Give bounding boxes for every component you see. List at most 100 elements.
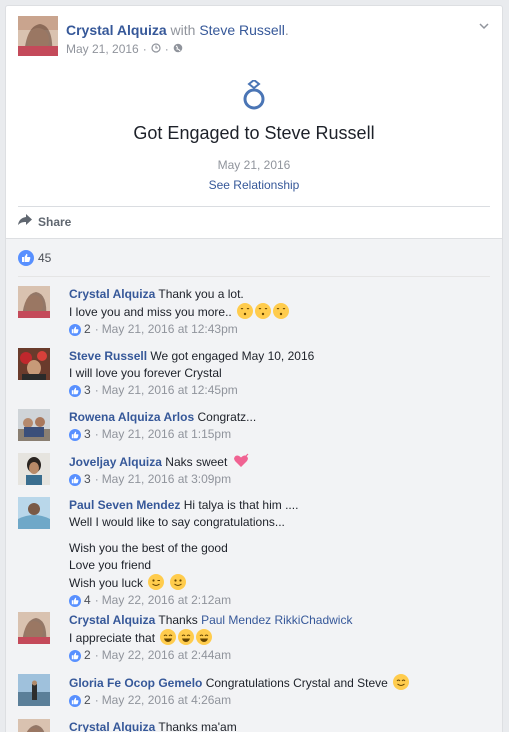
like-thumb-icon [69, 323, 81, 336]
author-line: Crystal Alquiza with Steve Russell. [66, 22, 289, 38]
comment-time[interactable]: May 21, 2016 at 12:45pm [102, 382, 238, 399]
comment-item: Paul Seven Mendez Hi talya is that him .… [18, 497, 490, 607]
comment-line: I appreciate that [69, 631, 156, 645]
share-label: Share [38, 214, 72, 229]
comment-time[interactable]: May 21, 2016 at 3:09pm [102, 471, 231, 488]
comment-meta: 3 · May 21, 2016 at 3:09pm [69, 471, 490, 488]
comment-body: Gloria Fe Ocop Gemelo Congratulations Cr… [69, 674, 490, 692]
commenter-avatar[interactable] [18, 348, 50, 380]
comment-time[interactable]: May 21, 2016 at 1:15pm [102, 426, 231, 443]
comment-meta: 4 · May 22, 2016 at 2:12am [69, 592, 490, 609]
post-date[interactable]: May 21, 2016 [66, 42, 139, 56]
grin-emoji [178, 629, 195, 645]
life-event: Got Engaged to Steve Russell May 21, 201… [6, 66, 502, 206]
author-name[interactable]: Crystal Alquiza [66, 22, 167, 38]
comment-item: Gloria Fe Ocop Gemelo Congratulations Cr… [18, 674, 490, 712]
commenter-avatar[interactable] [18, 497, 50, 529]
like-thumb-icon [69, 473, 81, 486]
comment-time[interactable]: May 22, 2016 at 4:26am [102, 692, 231, 709]
tagged-person[interactable]: Steve Russell [199, 22, 285, 38]
like-thumb-icon [69, 428, 81, 441]
meta-separator: · [164, 42, 169, 56]
commenter-name[interactable]: Steve Russell [69, 349, 147, 363]
meta-separator: · [94, 593, 99, 607]
comment-time[interactable]: May 21, 2016 at 12:43pm [102, 321, 238, 338]
comment-like-count[interactable]: 3 [84, 471, 91, 488]
meta-separator: · [142, 42, 147, 56]
comment-body: Crystal Alquiza Thank you a lot. [69, 286, 490, 303]
comment-like-count[interactable]: 3 [84, 426, 91, 443]
ring-icon [239, 78, 269, 112]
period: . [284, 22, 289, 38]
comment-body-line2: I will love you forever Crystal [69, 365, 490, 382]
commenter-avatar[interactable] [18, 453, 50, 485]
comment-item: Joveljay Alquiza Naks sweet 3 · May 21, … [18, 453, 490, 491]
reaction-count: 45 [38, 250, 52, 265]
meta-separator: · [94, 472, 99, 486]
comment-line: I will love you forever Crystal [69, 366, 222, 380]
comment-item: Steve Russell We got engaged May 10, 201… [18, 348, 490, 404]
comment-like-count[interactable]: 2 [84, 647, 91, 664]
comment-item: Rowena Alquiza Arlos Congratz... 3 · May… [18, 409, 490, 447]
comment-meta: 2 · May 22, 2016 at 2:44am [69, 647, 490, 664]
comment-like-count[interactable]: 2 [84, 321, 91, 338]
meta-separator: · [94, 427, 99, 441]
like-thumb-icon [69, 694, 81, 707]
comment-body: Paul Seven Mendez Hi talya is that him .… [69, 497, 490, 514]
commenter-avatar[interactable] [18, 286, 50, 318]
comment-line: Hi talya is that him .... [183, 498, 299, 512]
comment-line: I love you and miss you more.. [69, 305, 232, 319]
comment-line: Congratz... [197, 410, 257, 424]
comment-body-line2: I appreciate that [69, 629, 490, 647]
comment-line: Wish you luck [69, 576, 144, 590]
comment-line: Wish you the best of the good [69, 541, 228, 555]
event-date: May 21, 2016 [217, 158, 291, 172]
comment-like-count[interactable]: 4 [84, 592, 91, 609]
comment-meta: 2 · May 22, 2016 at 4:26am [69, 692, 490, 709]
commenter-name[interactable]: Paul Seven Mendez [69, 498, 180, 512]
commenter-name[interactable]: Rowena Alquiza Arlos [69, 410, 194, 424]
commenter-name[interactable]: Crystal Alquiza [69, 613, 155, 627]
kissing-emoji [255, 303, 272, 319]
commenter-name[interactable]: Crystal Alquiza [69, 287, 155, 301]
comment-like-count[interactable]: 2 [84, 692, 91, 709]
comment-line: Naks sweet [165, 455, 228, 469]
commenter-avatar[interactable] [18, 719, 50, 732]
author-avatar[interactable] [18, 16, 58, 56]
commenter-name[interactable]: Gloria Fe Ocop Gemelo [69, 676, 202, 690]
kissing-emoji [237, 303, 254, 319]
commenter-name[interactable]: Joveljay Alquiza [69, 455, 162, 469]
comment-body: Joveljay Alquiza Naks sweet [69, 453, 490, 471]
commenter-avatar[interactable] [18, 674, 50, 706]
commenter-avatar[interactable] [18, 612, 50, 644]
reactions-summary[interactable]: 45 [18, 239, 490, 277]
share-arrow-icon [18, 214, 32, 229]
see-relationship-link[interactable]: See Relationship [209, 178, 300, 192]
comment-mentions[interactable]: Paul Mendez RikkiChadwick [201, 613, 352, 627]
post-header: Crystal Alquiza with Steve Russell. May … [6, 6, 502, 66]
comment-item: Crystal Alquiza Thanks ma'am [18, 719, 490, 732]
comment-line: Congratulations Crystal and Steve [205, 676, 388, 690]
comment-body: Crystal Alquiza Thanks Paul Mendez Rikki… [69, 612, 490, 629]
comment-time[interactable]: May 22, 2016 at 2:12am [102, 592, 231, 609]
comment-like-count[interactable]: 3 [84, 382, 91, 399]
comments-section: 45 Crystal Alquiza Thank you a lot. I lo… [6, 238, 502, 732]
comment-item: Crystal Alquiza Thank you a lot. I love … [18, 286, 490, 342]
comment-body: Rowena Alquiza Arlos Congratz... [69, 409, 490, 426]
globe-icon[interactable] [173, 42, 183, 56]
comment-body-line2: I love you and miss you more.. [69, 303, 490, 321]
meta-separator: · [94, 322, 99, 336]
share-button[interactable]: Share [18, 214, 71, 229]
comment-body: Crystal Alquiza Thanks ma'am [69, 719, 490, 732]
chevron-down-icon[interactable] [478, 20, 490, 32]
comment-item: Crystal Alquiza Thanks Paul Mendez Rikki… [18, 612, 490, 668]
heart-emoji [233, 453, 249, 469]
comment-meta: 3 · May 21, 2016 at 12:45pm [69, 382, 490, 399]
comment-time[interactable]: May 22, 2016 at 2:44am [102, 647, 231, 664]
like-thumb-icon [69, 594, 81, 607]
commenter-avatar[interactable] [18, 409, 50, 441]
commenter-name[interactable]: Crystal Alquiza [69, 720, 155, 732]
comment-meta: 3 · May 21, 2016 at 1:15pm [69, 426, 490, 443]
meta-separator: · [94, 383, 99, 397]
meta-separator: · [94, 648, 99, 662]
